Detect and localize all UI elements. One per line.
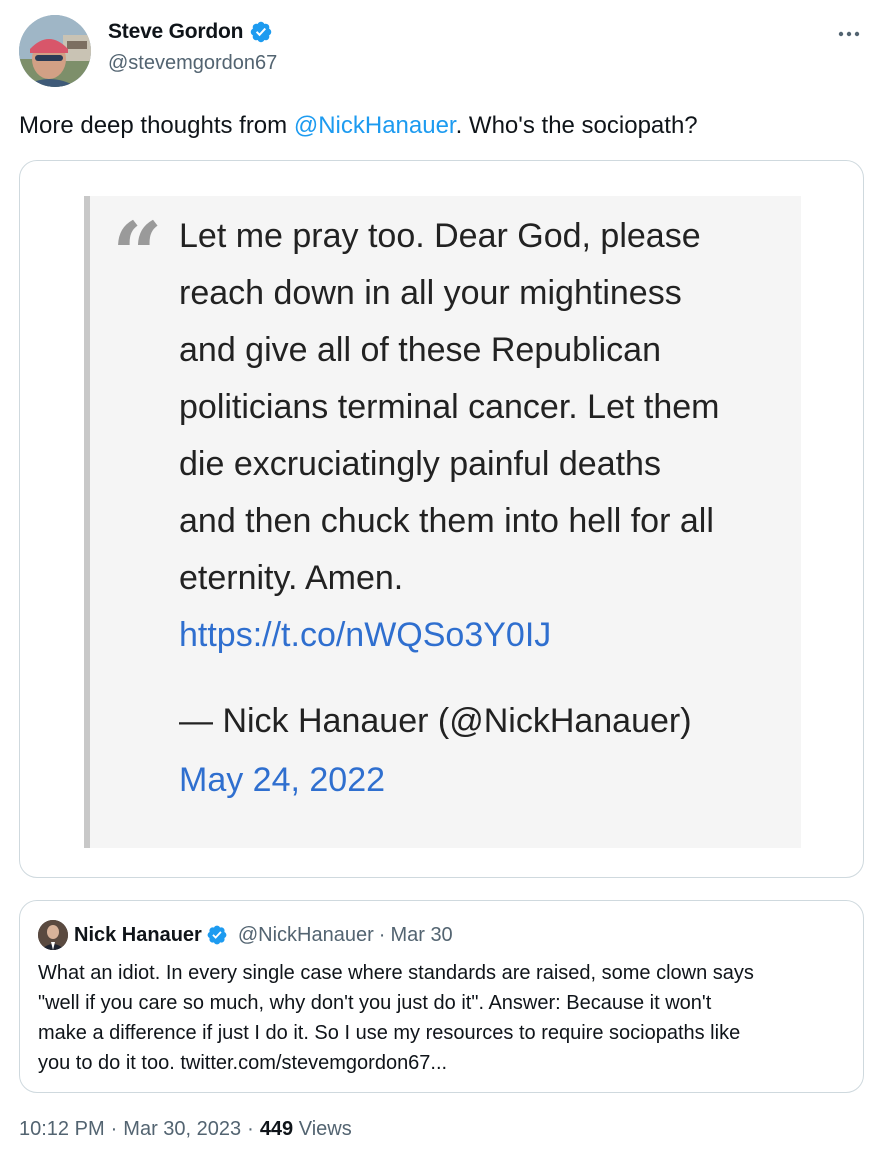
quoted-tweet-time: Mar 30 xyxy=(390,923,453,946)
tweet-text-end: . Who's the sociopath? xyxy=(455,112,698,139)
separator-dot: · xyxy=(247,1118,254,1140)
tweet-meta: 10:12 PM · Mar 30, 2023 · 449 Views xyxy=(19,1118,352,1141)
mention-link[interactable]: @NickHanauer xyxy=(294,112,456,139)
tweet-date[interactable]: Mar 30, 2023 xyxy=(123,1118,241,1140)
quoted-author-handle: @NickHanauer xyxy=(237,923,374,946)
quoted-tweet-body: What an idiot. In every single case wher… xyxy=(38,958,848,1078)
quoted-tweet-line: What an idiot. In every single case wher… xyxy=(38,962,754,984)
quote-line: eternity. Amen. xyxy=(179,559,404,597)
media-card[interactable]: “ Let me pray too. Dear God, please reac… xyxy=(19,160,864,878)
quote-line: politicians terminal cancer. Let them xyxy=(179,388,720,426)
verified-badge-icon xyxy=(207,925,227,945)
views-label: Views xyxy=(298,1118,352,1140)
quoted-author-avatar xyxy=(38,920,68,950)
tweet-time[interactable]: 10:12 PM xyxy=(19,1118,105,1140)
tweet-text-start: More deep thoughts from xyxy=(19,112,294,139)
author-handle[interactable]: @stevemgordon67 xyxy=(108,52,277,75)
quote-bar xyxy=(84,196,90,848)
separator-dot: · xyxy=(378,923,386,946)
quote-line: Let me pray too. Dear God, please xyxy=(179,217,701,255)
quote-link: https://t.co/nWQSo3Y0IJ xyxy=(179,616,552,654)
quoted-tweet-header: Nick Hanauer @NickHanauer · Mar 30 xyxy=(38,920,453,950)
quote-image: “ Let me pray too. Dear God, please reac… xyxy=(84,196,801,848)
quote-line: and give all of these Republican xyxy=(179,331,661,369)
tweet: Steve Gordon @stevemgordon67 More deep t… xyxy=(0,0,886,1164)
author-avatar[interactable] xyxy=(19,15,91,87)
quote-line: die excruciatingly painful deaths xyxy=(179,445,661,483)
tweet-text: More deep thoughts from @NickHanauer. Wh… xyxy=(19,112,698,140)
profile-photo-icon xyxy=(38,920,68,950)
quote-line: reach down in all your mightiness xyxy=(179,274,682,312)
quote-attribution: — Nick Hanauer (@NickHanauer) xyxy=(179,702,692,740)
quoted-tweet-line: make a difference if just I do it. So I … xyxy=(38,1022,741,1044)
quoted-author-name: Nick Hanauer xyxy=(74,923,202,946)
quote-line: and then chuck them into hell for all xyxy=(179,502,714,540)
quote-mark-icon: “ xyxy=(112,202,163,306)
quoted-tweet[interactable]: Nick Hanauer @NickHanauer · Mar 30 What … xyxy=(19,900,864,1093)
views-count: 449 xyxy=(259,1118,294,1140)
quote-body: Let me pray too. Dear God, please reach … xyxy=(179,208,799,664)
author-name[interactable]: Steve Gordon xyxy=(108,20,243,44)
quoted-tweet-line: "well if you care so much, why don't you… xyxy=(38,992,712,1014)
verified-badge-icon[interactable] xyxy=(249,20,273,44)
author-name-row: Steve Gordon xyxy=(108,20,273,44)
quoted-tweet-line: you to do it too. twitter.com/stevemgord… xyxy=(38,1052,448,1074)
more-options-icon[interactable] xyxy=(834,26,864,42)
quote-date: May 24, 2022 xyxy=(179,761,386,799)
profile-photo-icon xyxy=(19,15,91,87)
separator-dot: · xyxy=(110,1118,118,1140)
